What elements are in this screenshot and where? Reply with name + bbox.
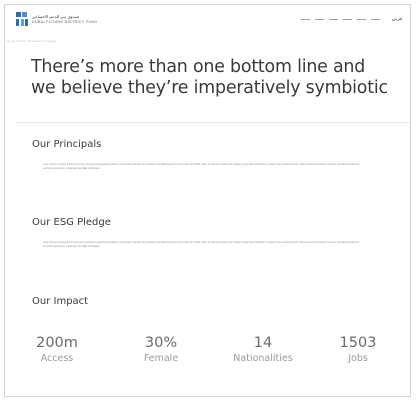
nav-item[interactable] <box>329 19 338 20</box>
main-nav <box>301 19 380 20</box>
stat-label: Jobs <box>348 353 368 364</box>
logo-arabic-text: صندوق دبي للدعم الاجتماعي <box>32 14 80 19</box>
nav-item[interactable] <box>343 19 352 20</box>
nav-item[interactable] <box>301 19 310 20</box>
nav-item[interactable] <box>315 19 324 20</box>
page-frame: صندوق دبي للدعم الاجتماعي DUBAI FUTURE D… <box>4 4 411 397</box>
impact-heading: Our Impact <box>32 296 89 307</box>
stat-female: 30% Female <box>121 335 201 364</box>
stat-value: 200m <box>36 335 78 351</box>
brand-logo[interactable]: صندوق دبي للدعم الاجتماعي DUBAI FUTURE D… <box>16 12 97 26</box>
stat-label: Access <box>40 353 74 364</box>
stat-jobs: 1503 Jobs <box>318 335 398 364</box>
stat-label: Nationalities <box>233 353 293 364</box>
breadcrumb[interactable]: Home / About / Sustainable investing <box>7 39 56 43</box>
stat-access: 200m Access <box>17 335 97 364</box>
esg-body: Lorem ipsum is simply dummy text of the … <box>43 242 360 248</box>
nav-item[interactable] <box>371 19 380 20</box>
stat-nationalities: 14 Nationalities <box>223 335 303 364</box>
language-toggle[interactable]: عربي <box>392 16 403 22</box>
divider <box>15 122 410 123</box>
stat-value: 14 <box>253 335 273 351</box>
logo-mark-icon <box>16 12 28 26</box>
page-title: There’s more than one bottom line and we… <box>31 57 388 98</box>
esg-heading: Our ESG Pledge <box>32 217 111 228</box>
logo-english-text: DUBAI FUTURE DISTRICT FUND <box>32 20 98 24</box>
principals-body: Lorem ipsum is simply dummy text of the … <box>43 164 360 170</box>
stat-label: Female <box>143 353 179 364</box>
principals-heading: Our Principals <box>32 139 102 150</box>
top-navigation: صندوق دبي للدعم الاجتماعي DUBAI FUTURE D… <box>5 5 410 35</box>
stat-value: 1503 <box>339 335 377 351</box>
nav-item[interactable] <box>357 19 366 20</box>
stat-value: 30% <box>144 335 178 351</box>
